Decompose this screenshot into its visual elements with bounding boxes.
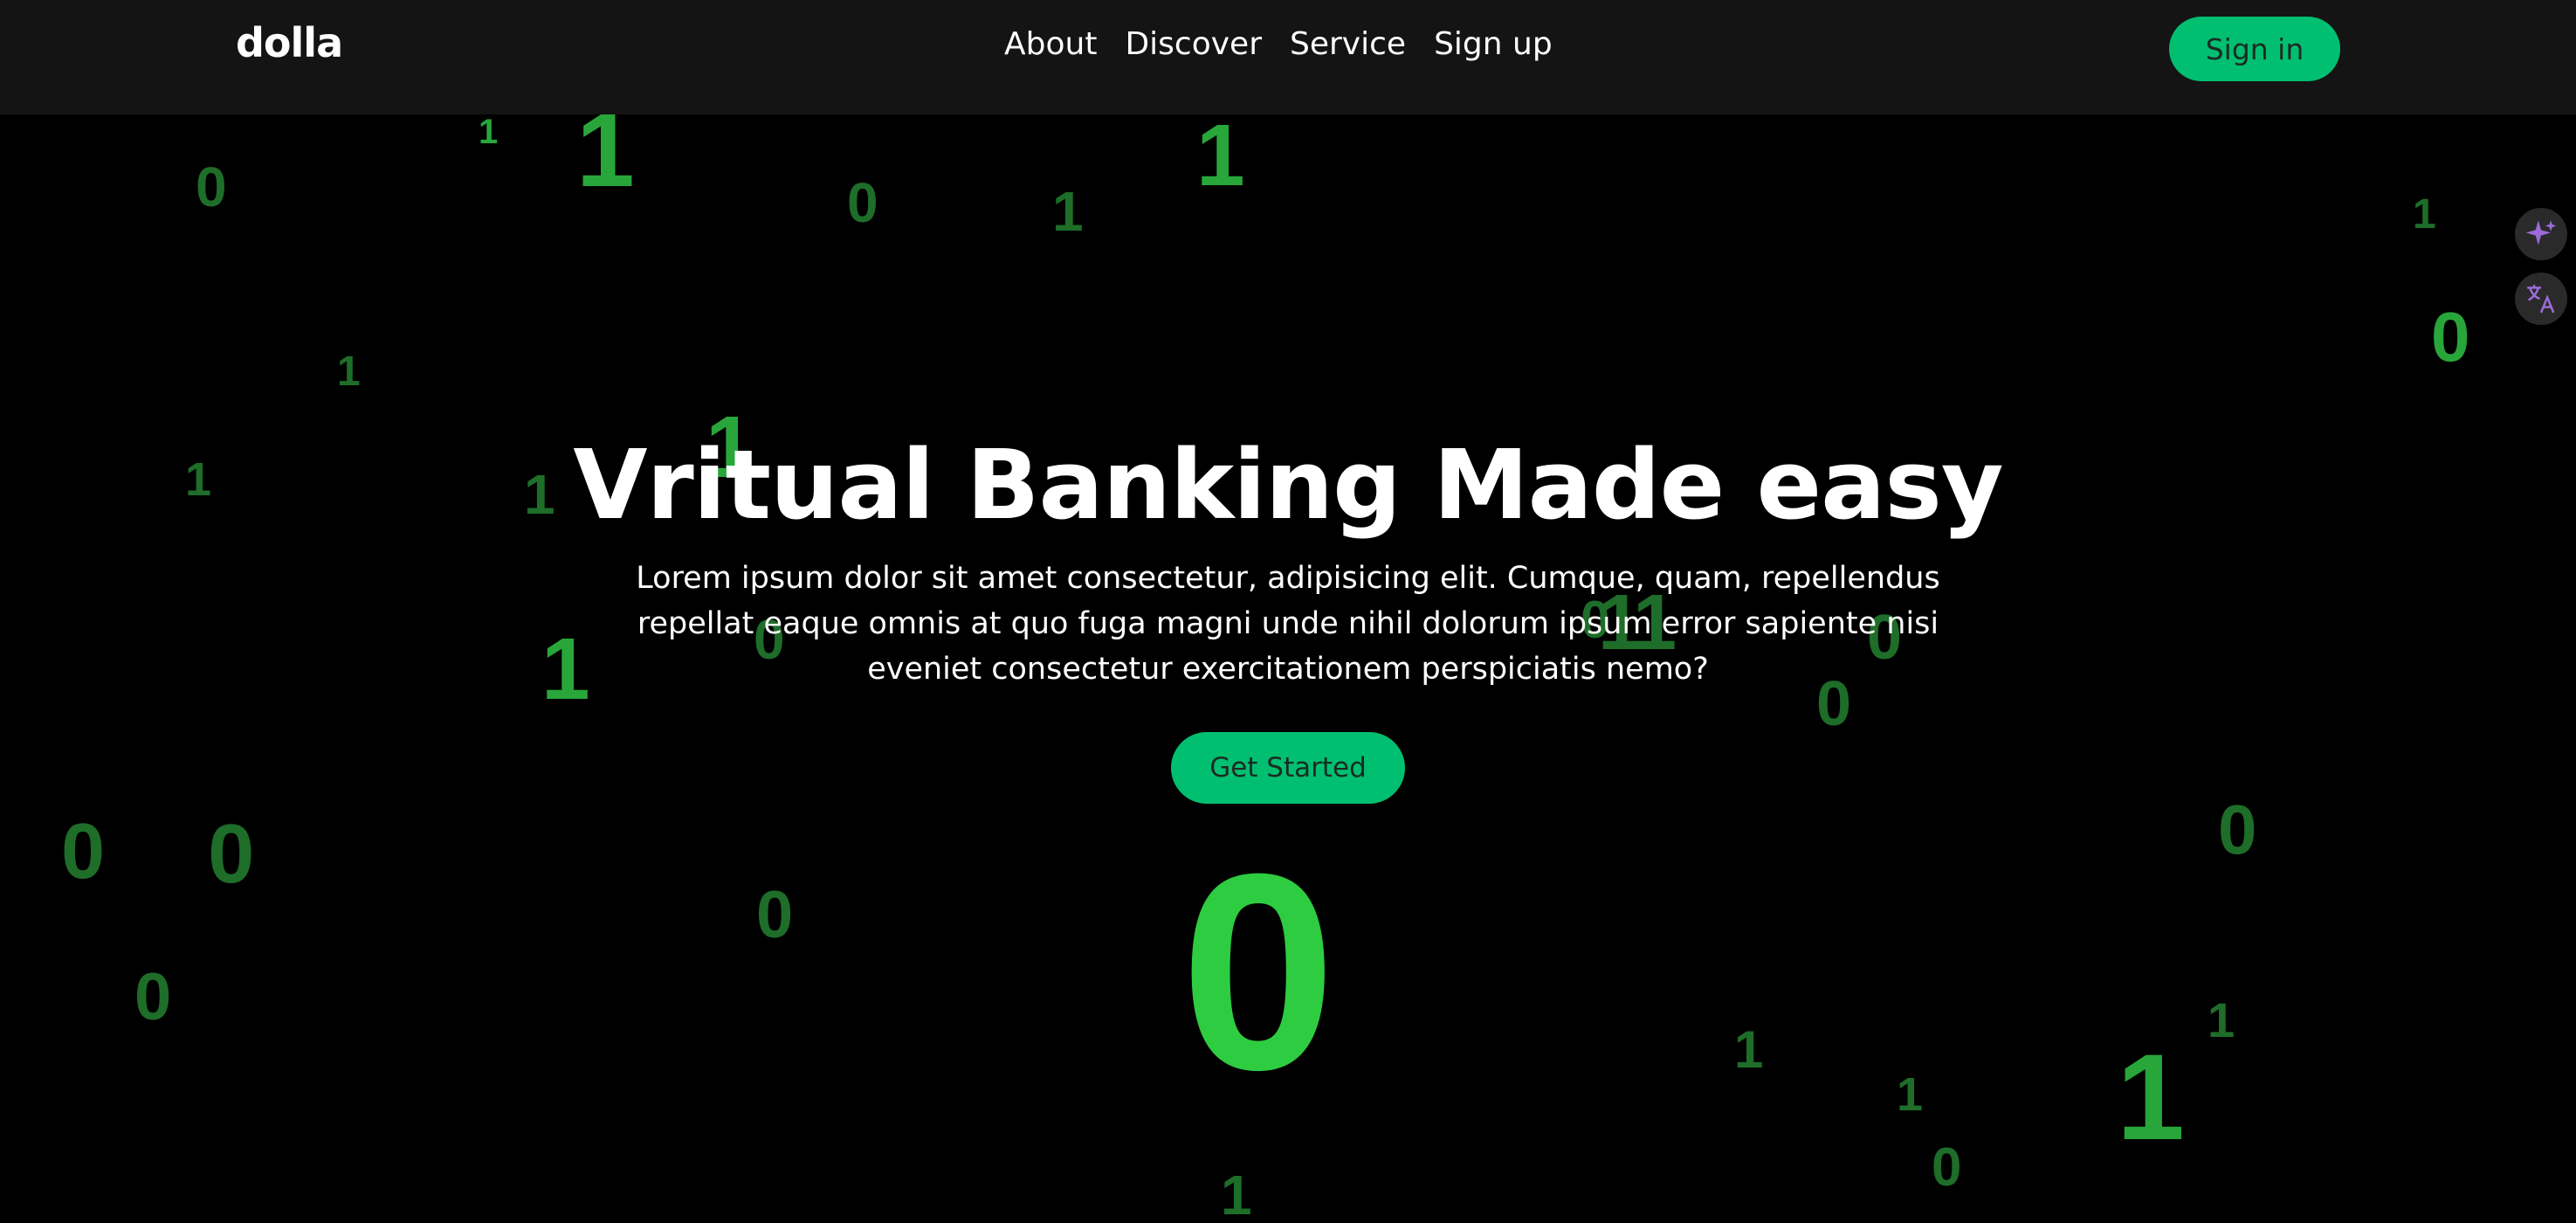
translate-widget-button[interactable] <box>2515 273 2567 325</box>
page: 1 1 0 0 1 1 1 1 1 1 0 1 0 1 1 0 0 0 0 0 … <box>0 0 2576 1223</box>
nav-link-signup[interactable]: Sign up <box>1434 26 1553 62</box>
get-started-button[interactable]: Get Started <box>1171 732 1405 804</box>
nav-links: About Discover Service Sign up <box>1004 26 1553 62</box>
nav-link-discover[interactable]: Discover <box>1125 26 1262 62</box>
logo[interactable]: dolla <box>236 19 343 66</box>
hero-title: Vritual Banking Made easy <box>573 429 2003 541</box>
hero-description: Lorem ipsum dolor sit amet consectetur, … <box>636 561 1940 687</box>
navbar: dolla About Discover Service Sign up Sig… <box>0 0 2576 114</box>
nav-link-service[interactable]: Service <box>1290 26 1406 62</box>
sparkle-widget-button[interactable] <box>2515 208 2567 260</box>
sparkle-icon <box>2525 220 2557 245</box>
nav-link-about[interactable]: About <box>1004 26 1097 62</box>
hero-section: Vritual Banking Made easy Lorem ipsum do… <box>0 114 2576 1223</box>
signin-button[interactable]: Sign in <box>2169 17 2340 81</box>
translate-icon <box>2527 285 2555 314</box>
